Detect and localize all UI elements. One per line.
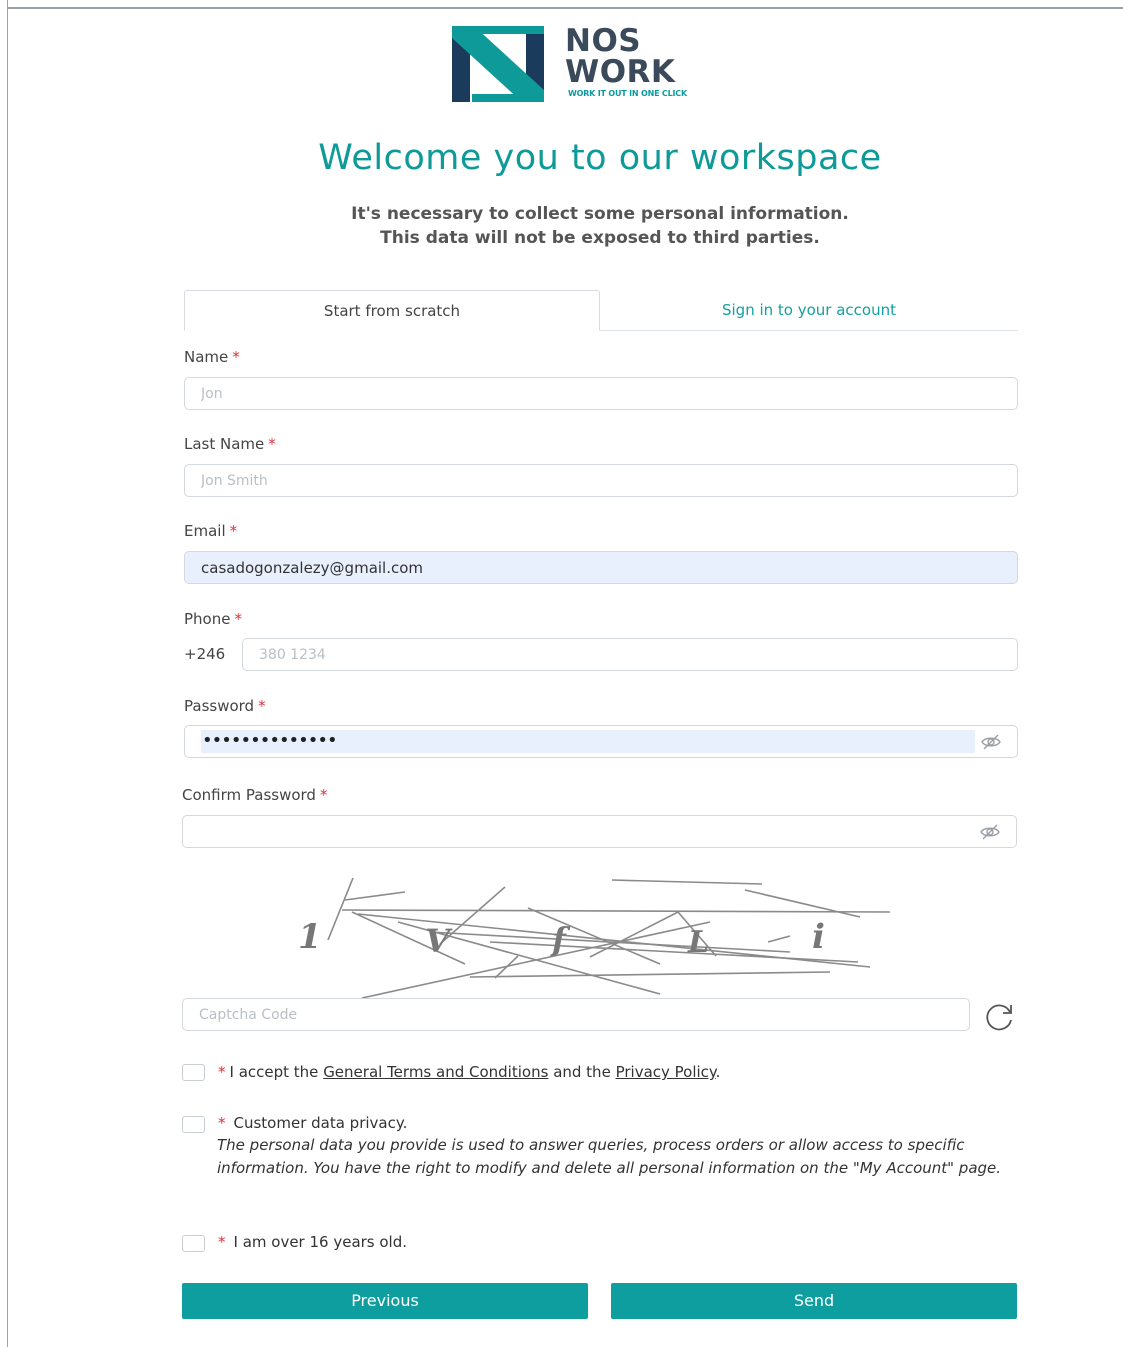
required-marker: * xyxy=(268,435,276,453)
brand-logo: NOS WORK WORK IT OUT IN ONE CLICK xyxy=(452,26,732,102)
privacy-label: Customer data privacy. xyxy=(233,1114,408,1132)
email-input[interactable] xyxy=(184,551,1018,584)
terms-suffix: . xyxy=(715,1063,721,1081)
privacy-consent-text: * Customer data privacy. xyxy=(218,1114,407,1132)
terms-link[interactable]: General Terms and Conditions xyxy=(323,1063,548,1081)
eye-off-icon[interactable] xyxy=(980,823,1000,841)
password-label-text: Password xyxy=(184,697,255,715)
required-marker: * xyxy=(234,610,242,628)
privacy-checkbox[interactable] xyxy=(182,1116,205,1133)
name-label: Name * xyxy=(184,348,240,366)
age-checkbox[interactable] xyxy=(182,1235,205,1252)
required-marker: * xyxy=(319,786,328,804)
password-label: Password * xyxy=(184,697,266,715)
confirm-password-label-text: Confirm Password xyxy=(182,786,316,804)
captcha-input[interactable] xyxy=(182,998,970,1031)
refresh-icon[interactable] xyxy=(983,1000,1017,1034)
subtitle-line2: This data will not be exposed to third p… xyxy=(380,228,820,248)
required-marker: * xyxy=(258,697,266,715)
send-button[interactable]: Send xyxy=(611,1283,1017,1319)
previous-button[interactable]: Previous xyxy=(182,1283,588,1319)
email-label-text: Email xyxy=(184,522,226,540)
email-label: Email * xyxy=(184,522,237,540)
captcha-char-2: V xyxy=(425,922,453,960)
last-name-label-text: Last Name xyxy=(184,435,265,453)
phone-label: Phone * xyxy=(184,610,242,628)
logo-mark-icon xyxy=(452,26,544,102)
age-label: I am over 16 years old. xyxy=(233,1233,408,1251)
privacy-description: The personal data you provide is used to… xyxy=(217,1136,1002,1177)
terms-prefix: I accept the xyxy=(229,1063,319,1081)
captcha-char-4: L xyxy=(687,925,709,960)
terms-consent-text: * I accept the General Terms and Conditio… xyxy=(218,1063,720,1081)
confirm-password-label: Confirm Password * xyxy=(182,786,327,804)
tab-sign-in[interactable]: Sign in to your account xyxy=(600,290,1018,331)
password-masked-value[interactable]: •••••••••••••• xyxy=(202,729,338,753)
subtitle-line1: It's necessary to collect some personal … xyxy=(351,204,849,224)
confirm-password-field[interactable] xyxy=(182,815,1017,848)
page-title: Welcome you to our workspace xyxy=(318,138,882,178)
required-marker: * xyxy=(232,348,240,366)
tab-start-from-scratch[interactable]: Start from scratch xyxy=(184,290,600,331)
phone-input[interactable] xyxy=(242,638,1018,671)
required-marker: * xyxy=(229,522,238,540)
last-name-label: Last Name * xyxy=(184,435,276,453)
page-subtitle: It's necessary to collect some personal … xyxy=(0,202,1123,250)
age-consent-text: * I am over 16 years old. xyxy=(218,1233,407,1251)
captcha-image: 1 V f L i xyxy=(298,877,891,999)
window-frame-top xyxy=(7,7,1123,9)
phone-country-prefix[interactable]: +246 xyxy=(184,645,225,663)
brand-line2: WORK xyxy=(565,54,676,90)
last-name-input[interactable] xyxy=(184,464,1018,497)
name-input[interactable] xyxy=(184,377,1018,410)
required-marker: * xyxy=(218,1114,226,1132)
password-field[interactable]: •••••••••••••• xyxy=(184,725,1018,758)
required-marker: * xyxy=(218,1233,226,1251)
eye-off-icon[interactable] xyxy=(981,733,1001,751)
form-tabs: Start from scratch Sign in to your accou… xyxy=(184,290,1018,331)
terms-middle: and the xyxy=(553,1063,611,1081)
captcha-char-5: i xyxy=(812,917,825,957)
brand-tagline: WORK IT OUT IN ONE CLICK xyxy=(568,89,687,98)
brand-wordmark: NOS WORK xyxy=(565,26,675,88)
phone-label-text: Phone xyxy=(184,610,231,628)
name-label-text: Name xyxy=(184,348,229,366)
privacy-policy-link[interactable]: Privacy Policy xyxy=(616,1063,716,1081)
terms-checkbox[interactable] xyxy=(182,1064,205,1081)
captcha-char-1: 1 xyxy=(298,917,322,957)
required-marker: * xyxy=(218,1063,226,1081)
